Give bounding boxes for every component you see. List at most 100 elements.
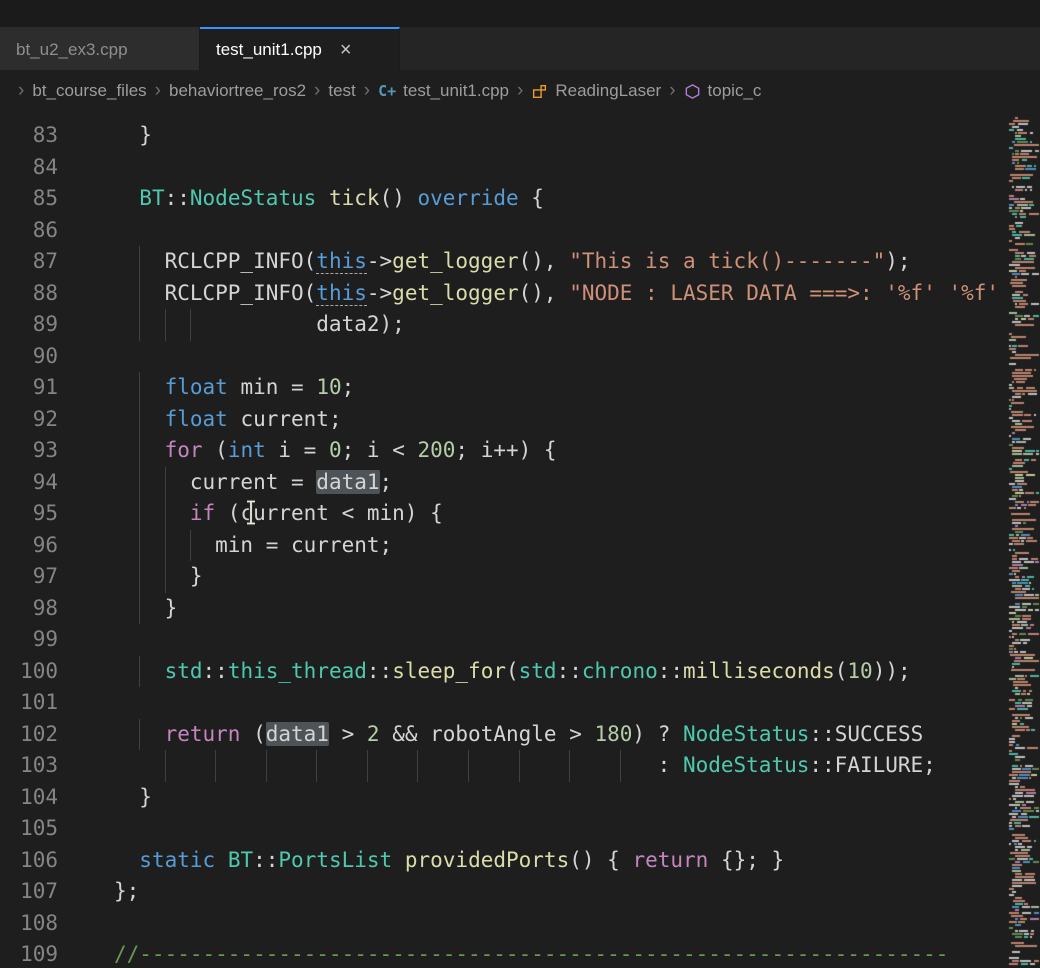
code-token: ; i++) { [455, 438, 556, 462]
line-number[interactable]: 105 [0, 813, 58, 845]
tab-label: test_unit1.cpp [216, 40, 322, 60]
code-line[interactable] [114, 687, 1008, 719]
code-token: ); [885, 249, 910, 273]
code-token: )); [873, 659, 911, 683]
code-line[interactable] [114, 341, 1008, 373]
code-token [114, 848, 139, 872]
line-number[interactable]: 96 [0, 530, 58, 562]
breadcrumb-item-topic[interactable]: topic_c [684, 81, 762, 101]
code-line[interactable] [114, 152, 1008, 184]
line-number[interactable]: 109 [0, 939, 58, 968]
code-line[interactable]: std::this_thread::sleep_for(std::chrono:… [114, 656, 1008, 688]
code-line[interactable]: float current; [114, 404, 1008, 436]
code-token: current; [228, 407, 342, 431]
minimap[interactable] [1008, 112, 1040, 968]
code-line[interactable]: min = current; [114, 530, 1008, 562]
line-number[interactable]: 91 [0, 372, 58, 404]
code-token: > [329, 722, 367, 746]
code-line[interactable]: //--------------------------------------… [114, 939, 1008, 968]
editor-line: 88 RCLCPP_INFO(this->get_logger(), "NODE… [0, 278, 1008, 310]
line-number[interactable]: 99 [0, 624, 58, 656]
code-token: //--------------------------------------… [114, 942, 948, 966]
code-line[interactable]: float min = 10; [114, 372, 1008, 404]
code-line[interactable]: data2); [114, 309, 1008, 341]
code-line[interactable]: } [114, 120, 1008, 152]
breadcrumb-item-bt-course-files[interactable]: bt_course_files [32, 81, 146, 101]
line-number[interactable]: 90 [0, 341, 58, 373]
code-token: } [114, 785, 152, 809]
line-number[interactable]: 108 [0, 908, 58, 940]
line-number[interactable]: 102 [0, 719, 58, 751]
code-area[interactable]: 83 }8485 BT::NodeStatus tick() override … [0, 112, 1008, 968]
line-number[interactable]: 89 [0, 309, 58, 341]
code-token: ( [835, 659, 848, 683]
code-token: current = [114, 470, 316, 494]
code-token: } [114, 564, 203, 588]
code-token: (current < min) { [215, 501, 443, 525]
breadcrumb-item-readinglaser[interactable]: ReadingLaser [531, 81, 661, 101]
vscode-window: bt_u2_ex3.cpp test_unit1.cpp × › bt_cour… [0, 0, 1040, 968]
line-number[interactable]: 101 [0, 687, 58, 719]
code-token: :: [658, 659, 683, 683]
breadcrumb-item-test-unit1-cpp[interactable]: C+ test_unit1.cpp [378, 81, 509, 101]
close-icon[interactable]: × [340, 40, 352, 60]
code-line[interactable]: }; [114, 876, 1008, 908]
symbol-class-icon [531, 83, 548, 100]
line-number[interactable]: 88 [0, 278, 58, 310]
line-number[interactable]: 104 [0, 782, 58, 814]
line-number[interactable]: 97 [0, 561, 58, 593]
editor-line: 108 [0, 908, 1008, 940]
code-line[interactable]: RCLCPP_INFO(this->get_logger(), "NODE : … [114, 278, 1008, 310]
code-token: ::SUCCESS [809, 722, 923, 746]
code-token: ; i < [342, 438, 418, 462]
line-number[interactable]: 94 [0, 467, 58, 499]
code-token: std [519, 659, 557, 683]
code-token: -> [367, 281, 392, 305]
line-number[interactable]: 92 [0, 404, 58, 436]
indent-guide-line [190, 530, 191, 562]
editor-line: 90 [0, 341, 1008, 373]
code-line[interactable]: } [114, 593, 1008, 625]
code-line[interactable]: } [114, 561, 1008, 593]
editor-line: 103 : NodeStatus::FAILURE; [0, 750, 1008, 782]
editor-line: 101 [0, 687, 1008, 719]
indent-guide-line [190, 309, 191, 341]
code-line[interactable] [114, 624, 1008, 656]
code-token: 2 [367, 722, 380, 746]
code-line[interactable]: BT::NodeStatus tick() override { [114, 183, 1008, 215]
editor-line: 94 current = data1; [0, 467, 1008, 499]
code-token: BT [139, 186, 164, 210]
code-line[interactable] [114, 215, 1008, 247]
line-number[interactable]: 85 [0, 183, 58, 215]
tab-test-unit1-cpp[interactable]: test_unit1.cpp × [200, 27, 400, 70]
code-line[interactable] [114, 813, 1008, 845]
line-number[interactable]: 103 [0, 750, 58, 782]
code-token: min = current; [114, 533, 392, 557]
code-line[interactable]: static BT::PortsList providedPorts() { r… [114, 845, 1008, 877]
code-line[interactable]: : NodeStatus::FAILURE; [114, 750, 1008, 782]
breadcrumb-item-test[interactable]: test [328, 81, 355, 101]
line-number[interactable]: 84 [0, 152, 58, 184]
code-token: () { [569, 848, 632, 872]
indent-guide-line [139, 530, 140, 562]
line-number[interactable]: 87 [0, 246, 58, 278]
line-number[interactable]: 93 [0, 435, 58, 467]
line-number[interactable]: 98 [0, 593, 58, 625]
code-line[interactable]: if (current < min) { [114, 498, 1008, 530]
code-line[interactable]: } [114, 782, 1008, 814]
line-number[interactable]: 100 [0, 656, 58, 688]
line-number[interactable]: 107 [0, 876, 58, 908]
code-line[interactable]: for (int i = 0; i < 200; i++) { [114, 435, 1008, 467]
breadcrumb-item-behaviortree-ros2[interactable]: behaviortree_ros2 [169, 81, 306, 101]
line-number[interactable]: 86 [0, 215, 58, 247]
line-number[interactable]: 95 [0, 498, 58, 530]
code-line[interactable]: current = data1; [114, 467, 1008, 499]
line-number[interactable]: 106 [0, 845, 58, 877]
tab-bt-u2-ex3-cpp[interactable]: bt_u2_ex3.cpp [0, 27, 200, 70]
code-line[interactable]: return (data1 > 2 && robotAngle > 180) ?… [114, 719, 1008, 751]
code-line[interactable] [114, 908, 1008, 940]
breadcrumb-label: test [328, 81, 355, 101]
chevron-right-icon: › [669, 80, 675, 102]
code-line[interactable]: RCLCPP_INFO(this->get_logger(), "This is… [114, 246, 1008, 278]
line-number[interactable]: 83 [0, 120, 58, 152]
